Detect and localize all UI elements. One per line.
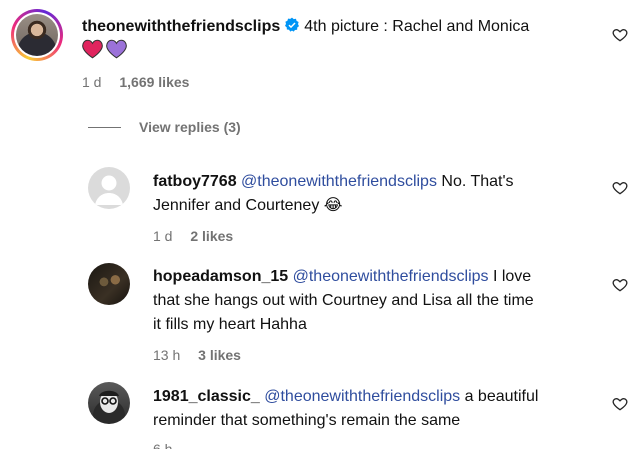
red-heart-icon xyxy=(82,39,103,59)
purple-heart-icon xyxy=(106,39,127,59)
reply-3-username[interactable]: 1981_classic_ xyxy=(153,388,260,405)
reply-1-body: fatboy7768 @theonewiththefriendsclips No… xyxy=(153,170,603,218)
reply-3-text-line1: a beautiful xyxy=(460,388,539,405)
reply-3-text-line2: reminder that something's remain the sam… xyxy=(153,412,461,429)
reply-avatar-fatboy7768[interactable] xyxy=(88,167,130,209)
reply-2-username[interactable]: hopeadamson_15 xyxy=(153,268,288,285)
reply-3-time: 6 h xyxy=(153,441,173,449)
reply-1-mention[interactable]: @theonewiththefriendsclips xyxy=(241,173,437,190)
heart-outline-icon[interactable] xyxy=(612,277,628,293)
reply-1-username[interactable]: fatboy7768 xyxy=(153,173,237,190)
avatar-face-icon xyxy=(99,390,119,413)
avatar-photo xyxy=(16,14,58,56)
main-comment-meta: 1 d 1,669 likes xyxy=(82,74,203,90)
replies-divider-line xyxy=(88,126,121,128)
reply-avatar-1981_classic_[interactable] xyxy=(88,382,130,424)
reply-1-time: 1 d xyxy=(153,228,173,244)
reply-2-time: 13 h xyxy=(153,347,181,363)
reply-1-text-line2: Jennifer and Courteney xyxy=(153,197,324,214)
heart-outline-icon[interactable] xyxy=(612,27,628,43)
main-comment-likes[interactable]: 1,669 likes xyxy=(119,74,189,90)
reply-1-emoji: 😂 xyxy=(323,197,343,214)
reply-2-mention[interactable]: @theonewiththefriendsclips xyxy=(293,268,489,285)
reply-2-text-line1: I love xyxy=(488,268,532,285)
reply-1-text-line1: No. That's xyxy=(436,173,514,190)
main-comment-body: theonewiththefriendsclips 4th picture : … xyxy=(82,15,602,39)
reply-2-text-line3: it fills my heart Hahha xyxy=(153,316,307,333)
verified-badge-icon xyxy=(285,17,300,32)
reply-avatar-hopeadamson_15[interactable] xyxy=(88,263,130,305)
main-comment-text: 4th picture : Rachel and Monica xyxy=(304,18,530,35)
reply-3-body: 1981_classic_ @theonewiththefriendsclips… xyxy=(153,385,603,433)
reply-2-likes[interactable]: 3 likes xyxy=(198,347,241,363)
default-avatar-icon xyxy=(95,175,123,205)
reply-1-likes[interactable]: 2 likes xyxy=(190,228,233,244)
reply-3-mention[interactable]: @theonewiththefriendsclips xyxy=(264,388,460,405)
main-comment-emoji xyxy=(82,39,127,61)
heart-outline-icon[interactable] xyxy=(612,180,628,196)
reply-2-text-line2: that she hangs out with Courtney and Lis… xyxy=(153,292,534,309)
reply-3-meta: 6 h xyxy=(153,441,186,449)
view-replies-label: View replies (3) xyxy=(139,119,241,135)
main-commenter-avatar[interactable] xyxy=(11,9,63,61)
reply-1-meta: 1 d 2 likes xyxy=(153,228,247,244)
reply-2-body: hopeadamson_15 @theonewiththefriendsclip… xyxy=(153,265,603,337)
heart-outline-icon[interactable] xyxy=(612,396,628,412)
comments-panel: theonewiththefriendsclips 4th picture : … xyxy=(0,0,634,449)
view-replies-button[interactable]: View replies (3) xyxy=(88,119,241,135)
reply-2-meta: 13 h 3 likes xyxy=(153,347,255,363)
main-comment-username[interactable]: theonewiththefriendsclips xyxy=(82,18,280,35)
main-comment-time: 1 d xyxy=(82,74,102,90)
